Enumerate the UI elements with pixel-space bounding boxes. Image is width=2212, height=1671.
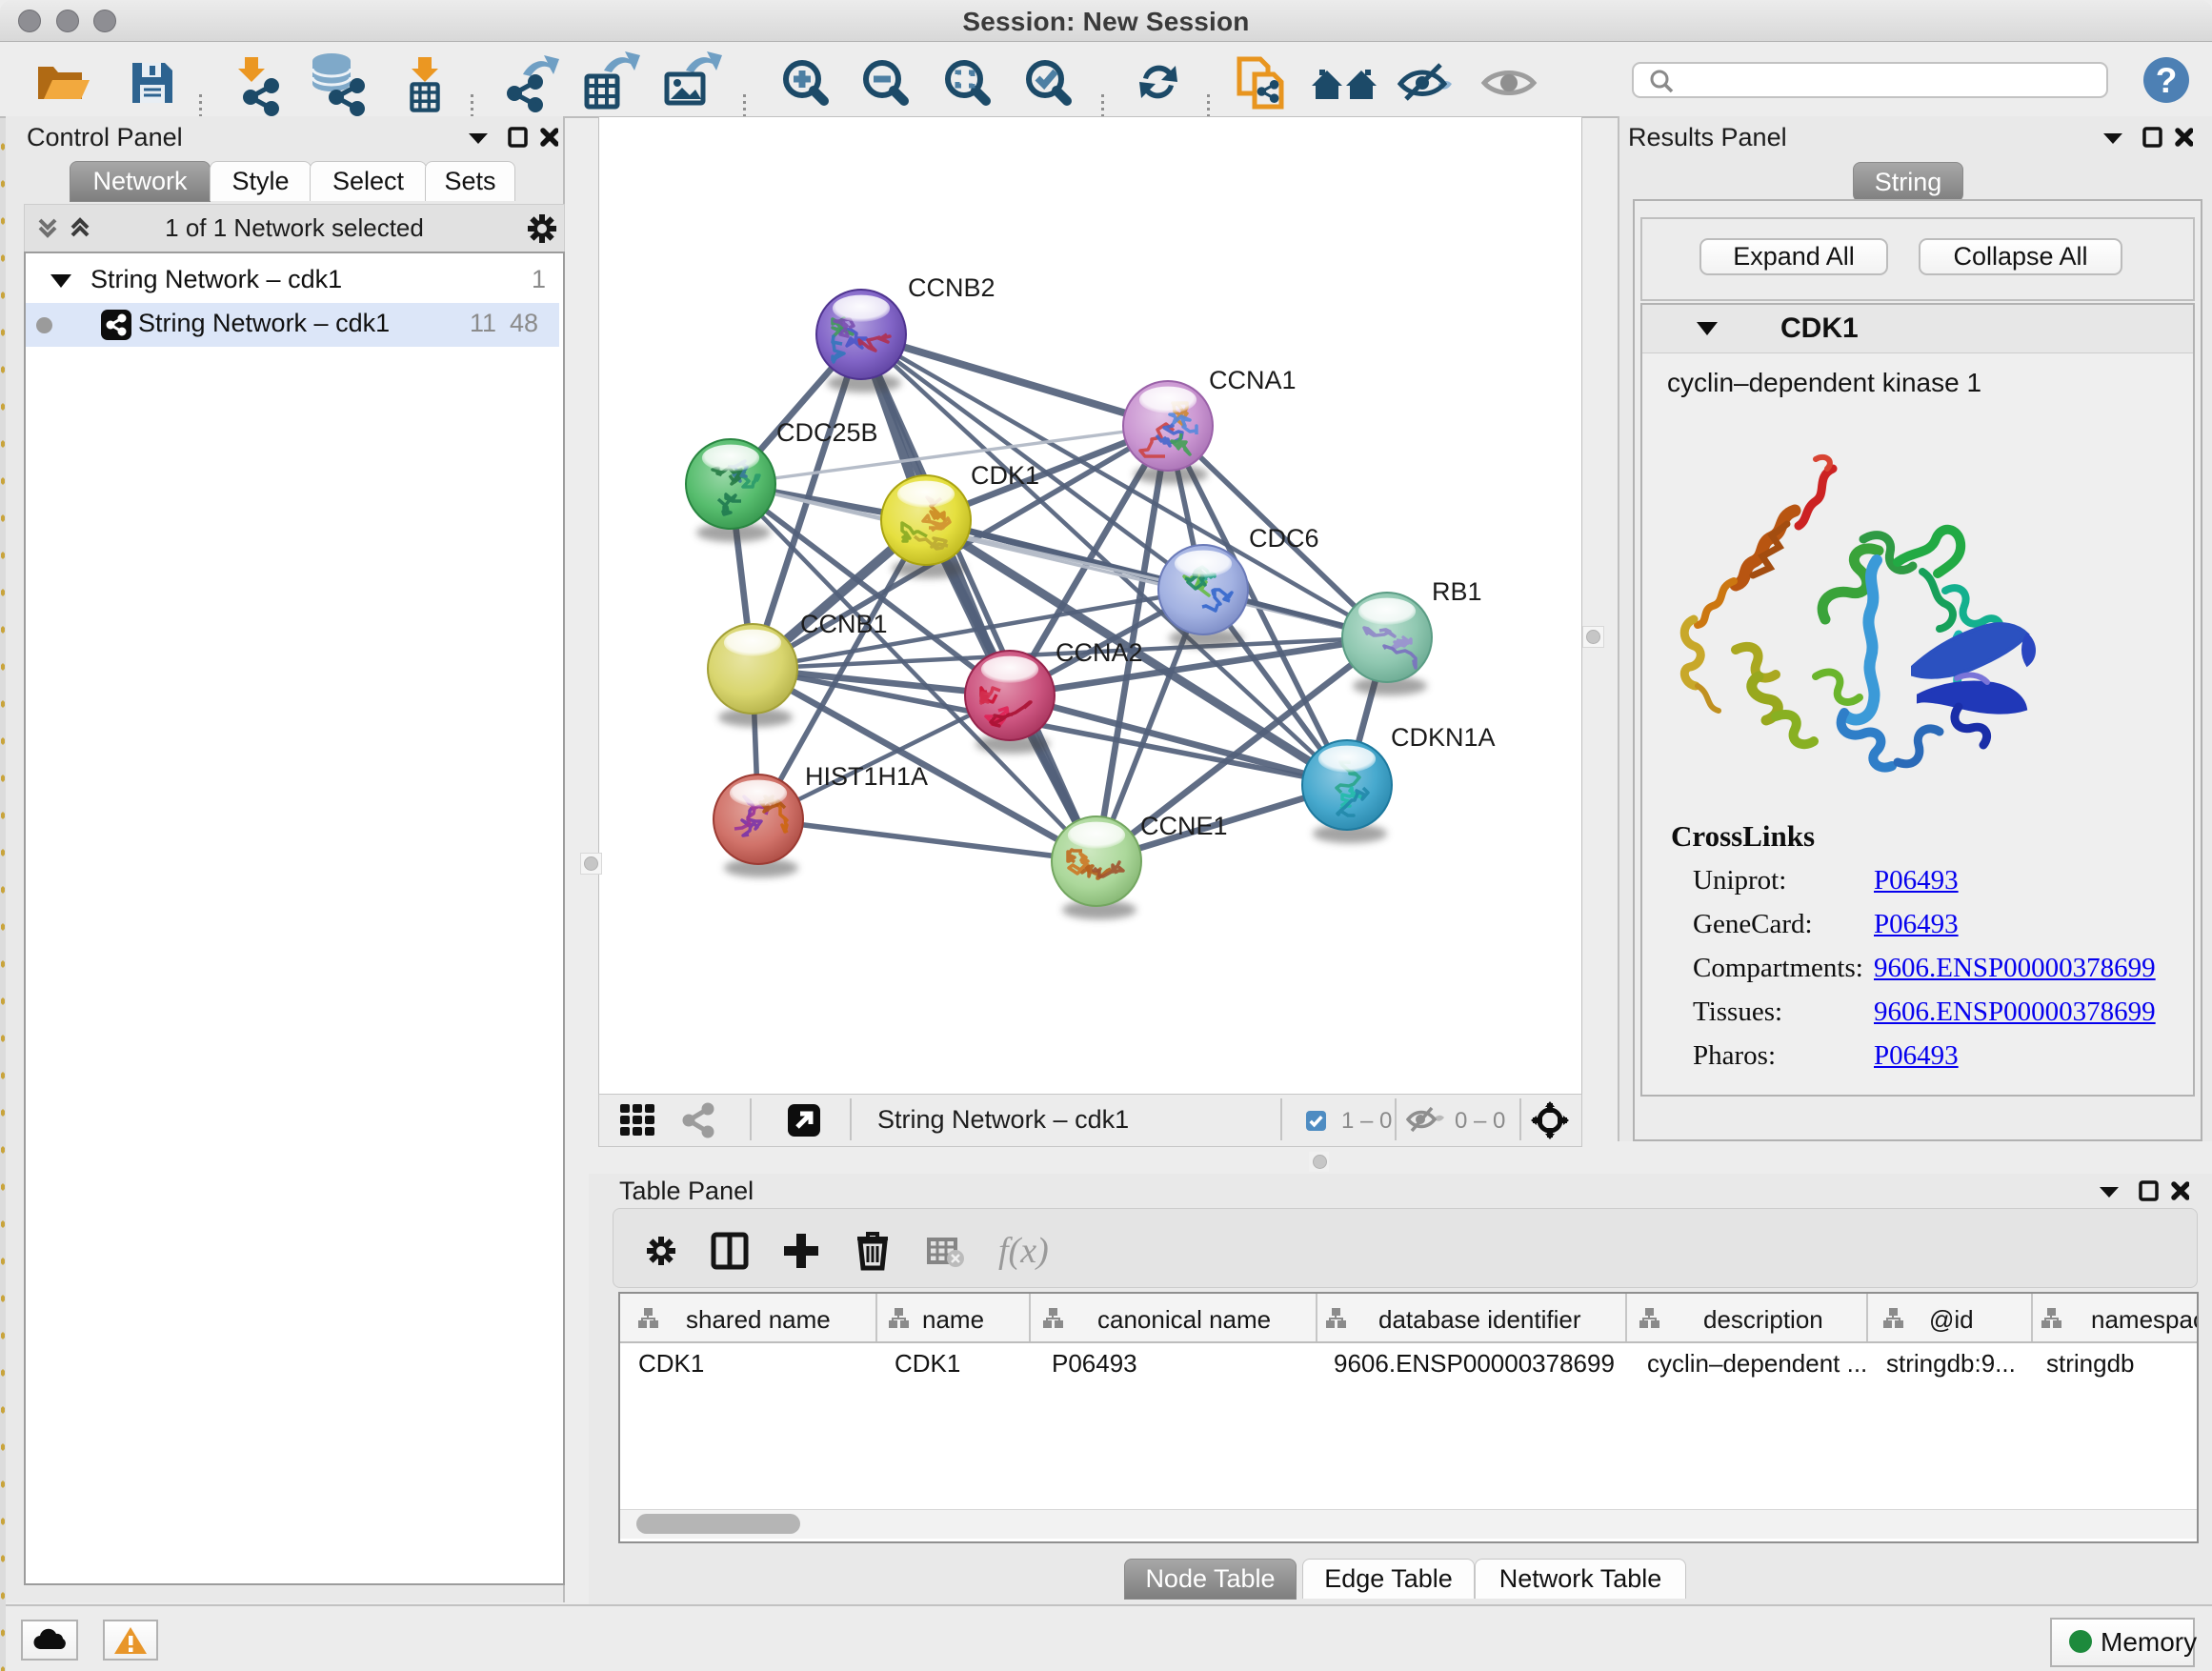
svg-text:HIST1H1A: HIST1H1A — [805, 762, 928, 791]
svg-text:RB1: RB1 — [1432, 577, 1482, 606]
svg-text:CCNB2: CCNB2 — [908, 273, 995, 302]
svg-text:CCNA2: CCNA2 — [1056, 638, 1143, 667]
svg-text:f(x): f(x) — [998, 1231, 1049, 1271]
svg-text:CDC25B: CDC25B — [776, 418, 878, 447]
svg-text:CDKN1A: CDKN1A — [1391, 723, 1496, 752]
svg-text:CCNE1: CCNE1 — [1140, 812, 1228, 840]
svg-text:?: ? — [2156, 61, 2178, 100]
svg-text:CDC6: CDC6 — [1249, 524, 1319, 553]
svg-text:CCNA1: CCNA1 — [1209, 366, 1297, 394]
svg-text:CCNB1: CCNB1 — [800, 610, 888, 638]
svg-text:CDK1: CDK1 — [971, 461, 1039, 490]
